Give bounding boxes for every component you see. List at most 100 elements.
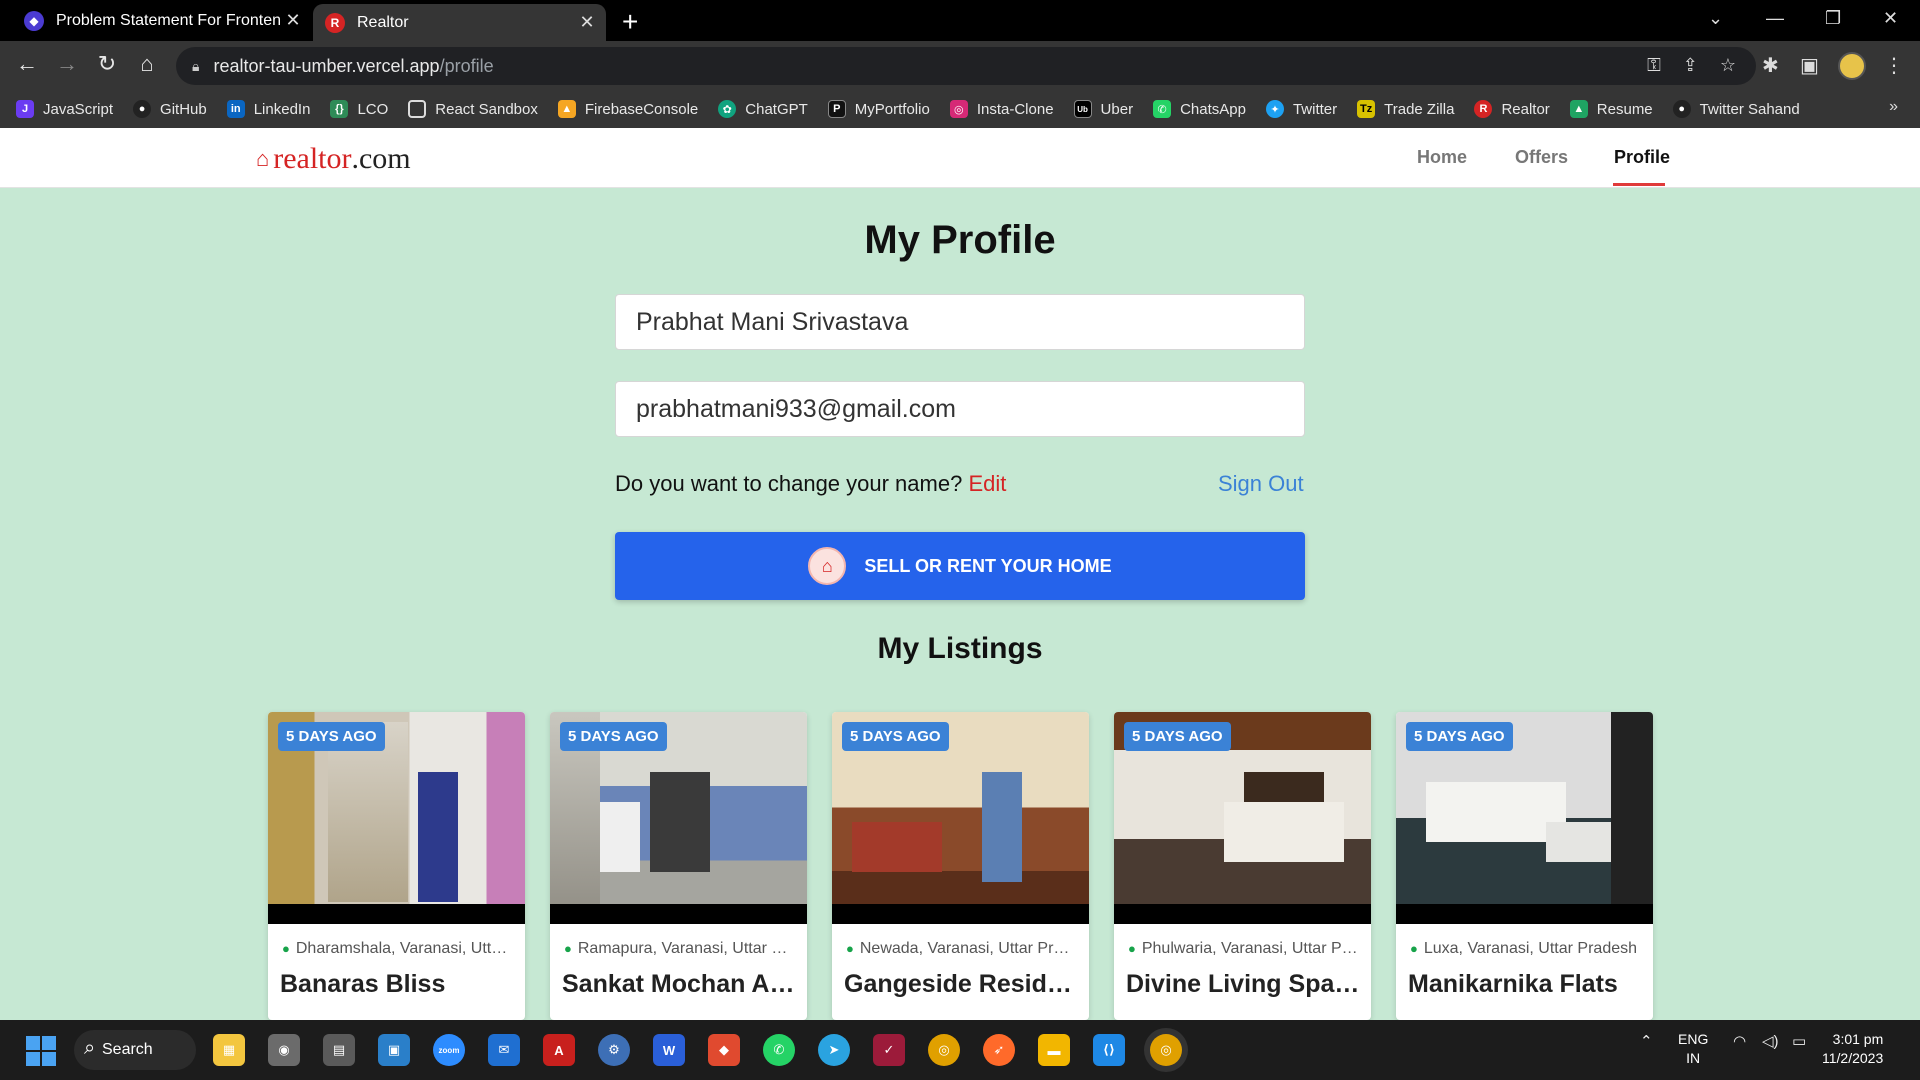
listing-location: ●Dharamshala, Varanasi, Uttar Pradesh <box>282 940 514 957</box>
zoom-icon[interactable]: zoom <box>433 1034 465 1066</box>
language-indicator[interactable]: ENG IN <box>1678 1030 1708 1068</box>
bookmark-insta-clone[interactable]: ◎ Insta-Clone <box>949 100 1054 118</box>
bookmark-twitter-sahand[interactable]: ● Twitter Sahand <box>1672 100 1800 118</box>
github-icon: ● <box>133 100 152 118</box>
tray-overflow-icon[interactable]: ⌃ <box>1640 1032 1653 1050</box>
close-tab-icon[interactable]: ✕ <box>280 10 306 31</box>
bookmark-chatsapp[interactable]: ✆ ChatsApp <box>1153 100 1246 118</box>
pdf-icon[interactable]: A <box>543 1034 575 1066</box>
listing-card[interactable]: 5 DAYS AGO ● Luxa, Varanasi, Uttar Prades… <box>1396 712 1653 1020</box>
close-tab-icon[interactable]: ✕ <box>574 12 600 33</box>
nav-home[interactable]: Home <box>1417 147 1467 168</box>
nav-profile[interactable]: Profile <box>1614 147 1670 168</box>
tab-realtor[interactable]: R Realtor ✕ <box>313 4 606 41</box>
bookmark-react-sandbox[interactable]: React Sandbox <box>408 100 538 118</box>
realtor-favicon-icon: R <box>325 12 345 33</box>
back-icon[interactable]: ← <box>12 51 42 77</box>
vscode-icon[interactable]: ⟨⟩ <box>1093 1034 1125 1066</box>
profile-avatar[interactable] <box>1838 52 1866 80</box>
menu-kebab-icon[interactable]: ⋮ <box>1884 53 1904 78</box>
clock[interactable]: 3:01 pm 11/2/2023 <box>1822 1030 1883 1068</box>
sign-out-link[interactable]: Sign Out <box>1218 471 1304 497</box>
bookmark-linkedin[interactable]: in LinkedIn <box>226 100 310 118</box>
share-icon[interactable]: ⇪ <box>1683 55 1698 76</box>
sell-or-rent-button[interactable]: ⌂ SELL OR RENT YOUR HOME <box>615 532 1305 600</box>
realtor-logo[interactable]: ⌂ realtor .com <box>256 142 411 176</box>
minimize-icon[interactable]: — <box>1766 8 1784 29</box>
new-tab-icon[interactable]: + <box>622 6 638 38</box>
bookmark-github[interactable]: ● GitHub <box>133 100 207 118</box>
file-explorer-icon[interactable]: ▬ <box>1038 1034 1070 1066</box>
forward-icon[interactable]: → <box>52 51 82 77</box>
change-name-text: Do you want to change your name? <box>615 471 963 496</box>
realtor-icon: R <box>1474 100 1493 118</box>
site-header: ⌂ realtor .com Home Offers Profile <box>0 128 1920 188</box>
photo-caption-strip <box>1396 904 1653 924</box>
twitter-icon: ✦ <box>1265 100 1284 118</box>
github-icon: ● <box>1672 100 1691 118</box>
js-icon: J <box>16 100 34 118</box>
email-field[interactable]: prabhatmani933@gmail.com <box>615 381 1305 437</box>
bookmark-resume[interactable]: ▲ Resume <box>1569 100 1653 118</box>
more-bookmarks-icon[interactable]: » <box>1889 98 1898 116</box>
bookmark-realtor[interactable]: R Realtor <box>1474 100 1550 118</box>
listing-card[interactable]: 5 DAYS AGO ● Dharamshala, Varanasi, Uttar… <box>268 712 525 1020</box>
side-panel-icon[interactable]: ▣ <box>1800 53 1819 78</box>
lock-icon: 🔒︎ <box>192 57 200 74</box>
battery-icon[interactable]: ▭ <box>1792 1032 1806 1050</box>
remote-desktop-icon[interactable]: ▣ <box>378 1034 410 1066</box>
clock-time: 3:01 pm <box>1832 1031 1884 1047</box>
volume-icon[interactable]: ◁) <box>1762 1032 1779 1050</box>
photo-caption-strip <box>1114 904 1371 924</box>
photo-caption-strip <box>550 904 807 924</box>
bookmark-firebase[interactable]: ▲ FirebaseConsole <box>557 100 698 118</box>
bookmark-twitter[interactable]: ✦ Twitter <box>1265 100 1337 118</box>
app-icon[interactable]: ✓ <box>873 1034 905 1066</box>
restore-icon[interactable]: ❐ <box>1825 8 1841 29</box>
extensions-icon[interactable]: ✱ <box>1762 53 1779 78</box>
tab-search-icon[interactable]: ⌄ <box>1708 8 1723 29</box>
location-pin-icon: ● <box>282 941 290 956</box>
bookmark-lco[interactable]: {} LCO <box>330 100 388 118</box>
reload-icon[interactable]: ↻ <box>92 51 122 77</box>
bookmark-star-icon[interactable]: ☆ <box>1720 55 1736 76</box>
date-badge: 5 DAYS AGO <box>842 722 949 751</box>
bookmark-trade-zilla[interactable]: Tz Trade Zilla <box>1357 100 1454 118</box>
tab-problem-statement[interactable]: ◆ Problem Statement For Frontend ✕ <box>12 0 312 41</box>
git-icon[interactable]: ◆ <box>708 1034 740 1066</box>
bookmark-javascript[interactable]: J JavaScript <box>16 100 113 118</box>
listing-card[interactable]: 5 DAYS AGO ● Ramapura, Varanasi, Uttar Pr… <box>550 712 807 1020</box>
taskbar-search[interactable]: Search <box>74 1030 196 1070</box>
edit-link[interactable]: Edit <box>968 471 1006 496</box>
chrome-icon[interactable]: ◎ <box>928 1034 960 1066</box>
bookmark-myportfolio[interactable]: P MyPortfolio <box>827 100 930 118</box>
chrome-active-icon[interactable]: ◎ <box>1150 1034 1182 1066</box>
telegram-icon[interactable]: ➤ <box>818 1034 850 1066</box>
drive-icon: ▲ <box>1569 100 1588 118</box>
portfolio-icon: P <box>827 100 846 118</box>
whatsapp-icon[interactable]: ✆ <box>763 1034 795 1066</box>
store-icon[interactable]: ▦ <box>213 1034 245 1066</box>
logo-text: realtor <box>273 142 352 175</box>
address-bar[interactable]: 🔒︎ realtor-tau-umber.vercel.app/profile … <box>176 47 1756 85</box>
calculator-icon[interactable]: ▤ <box>323 1034 355 1066</box>
windows-start-icon[interactable] <box>26 1036 56 1066</box>
password-key-icon[interactable]: ⚿ <box>1647 55 1661 76</box>
camera-icon[interactable]: ◉ <box>268 1034 300 1066</box>
listing-card[interactable]: 5 DAYS AGO ● Newada, Varanasi, Uttar Prad… <box>832 712 1089 1020</box>
postman-icon[interactable]: ➶ <box>983 1034 1015 1066</box>
bookmark-uber[interactable]: Ub Uber <box>1073 100 1133 118</box>
home-icon[interactable]: ⌂ <box>132 51 162 77</box>
wifi-icon[interactable]: ◠ <box>1733 1032 1746 1050</box>
tab-title: Realtor <box>357 13 409 31</box>
word-icon[interactable]: W <box>653 1034 685 1066</box>
listing-card[interactable]: 5 DAYS AGO ● Phulwaria, Varanasi, Uttar P… <box>1114 712 1371 1020</box>
bookmark-chatgpt[interactable]: ✿ ChatGPT <box>718 100 808 118</box>
photo-caption-strip <box>832 904 1089 924</box>
name-field[interactable]: Prabhat Mani Srivastava <box>615 294 1305 350</box>
date-badge: 5 DAYS AGO <box>278 722 385 751</box>
nav-offers[interactable]: Offers <box>1515 147 1568 168</box>
mail-icon[interactable]: ✉ <box>488 1034 520 1066</box>
close-window-icon[interactable]: ✕ <box>1883 8 1898 29</box>
settings-gear-icon[interactable]: ⚙ <box>598 1034 630 1066</box>
